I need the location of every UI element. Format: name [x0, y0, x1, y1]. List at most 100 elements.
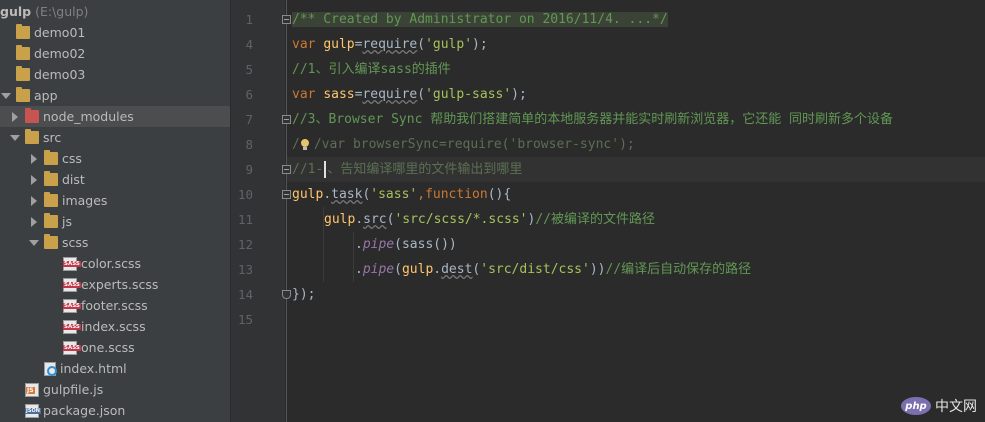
tree-item-label: demo03	[34, 67, 86, 82]
line-comment: //3、Browser Sync 帮助我们搭建简单的本地服务器并能实时刷新浏览器…	[292, 112, 894, 127]
code-line-11[interactable]: gulp.src('src/scss/*.scss')//被编译的文件路径	[287, 207, 985, 232]
line-number: 6	[245, 87, 253, 102]
html-file-icon	[44, 361, 57, 376]
line-number: 15	[237, 312, 253, 327]
code-line-12[interactable]: .pipe(sass())	[287, 232, 985, 257]
code-line-1[interactable]: /** Created by Administrator on 2016/11/…	[287, 7, 985, 32]
code-line-10[interactable]: gulp.task('sass',function(){	[287, 182, 985, 207]
tree-item-css[interactable]: css	[0, 148, 230, 169]
dot: .	[355, 237, 363, 252]
folder-icon	[44, 171, 58, 186]
dot: .	[323, 187, 332, 202]
tree-item-images[interactable]: images	[0, 190, 230, 211]
tree-item-dist[interactable]: dist	[0, 169, 230, 190]
code-line-5[interactable]: //1、引入编译sass的插件	[287, 57, 985, 82]
expand-arrow-icon[interactable]	[28, 153, 40, 165]
json-file-icon	[25, 403, 41, 418]
paren: (	[417, 87, 426, 102]
code-line-6[interactable]: var sass=require('gulp-sass');	[287, 82, 985, 107]
root-path: (E:\gulp)	[35, 4, 89, 19]
fold-marker[interactable]	[282, 115, 291, 124]
tree-item-label: demo02	[34, 46, 86, 61]
no-arrow	[0, 27, 12, 39]
tree-item-label: js	[62, 214, 72, 229]
code-line-9[interactable]: //1- 、告知编译哪里的文件输出到哪里	[287, 157, 985, 182]
tree-item-experts-scss[interactable]: experts.scss	[0, 274, 230, 295]
code-line-8[interactable]: / /var browserSync=require('browser-sync'…	[287, 132, 985, 157]
sass-file-icon	[63, 340, 81, 355]
excluded-folder-icon	[25, 108, 39, 123]
paren: (	[417, 37, 426, 52]
lightbulb-icon[interactable]	[300, 138, 310, 152]
tree-item-label: dist	[62, 172, 85, 187]
project-tree[interactable]: gulp (E:\gulp) demo01 demo02 demo03 app node…	[0, 0, 231, 422]
method-name: pipe	[362, 237, 395, 252]
method-name: src	[363, 212, 387, 227]
tree-item-js[interactable]: js	[0, 211, 230, 232]
string-literal: 'gulp'	[425, 37, 473, 52]
folder-icon	[16, 87, 30, 102]
doc-comment: /** Created by Administrator on 2016/11/…	[292, 12, 668, 27]
folder-icon	[44, 234, 58, 249]
code-line-14[interactable]: });	[287, 282, 985, 307]
fold-marker[interactable]	[282, 165, 291, 174]
code-line-4[interactable]: var gulp=require('gulp');	[287, 32, 985, 57]
text-caret	[324, 161, 327, 178]
tree-item-index-html[interactable]: index.html	[0, 358, 230, 379]
expand-arrow-icon[interactable]	[9, 111, 21, 123]
php-logo: php	[901, 397, 931, 415]
paren: (){	[487, 187, 512, 202]
line-number: 13	[237, 262, 253, 277]
tree-item-color-scss[interactable]: color.scss	[0, 253, 230, 274]
code-line-7[interactable]: //3、Browser Sync 帮助我们搭建简单的本地服务器并能实时刷新浏览器…	[287, 107, 985, 132]
code-line-15[interactable]	[287, 307, 985, 332]
line-comment: //被编译的文件路径	[535, 212, 655, 227]
line-number: 10	[237, 187, 253, 202]
sass-file-icon	[63, 319, 81, 334]
tree-item-footer-scss[interactable]: footer.scss	[0, 295, 230, 316]
tree-item-src[interactable]: src	[0, 127, 230, 148]
method-name: dest	[441, 262, 473, 277]
no-arrow	[47, 342, 59, 354]
folder-icon	[44, 150, 58, 165]
line-number-gutter: 1 4 5 6 7 8 9 10 11 12 13 14 15	[231, 0, 285, 422]
code-line-13[interactable]: .pipe(gulp.dest('src/dist/css'))//编译后自动保…	[287, 257, 985, 282]
variable: gulp	[323, 37, 355, 52]
tree-item-one-scss[interactable]: one.scss	[0, 337, 230, 358]
comment-slash: /	[292, 137, 300, 152]
tree-item-app[interactable]: app	[0, 85, 230, 106]
collapse-arrow-icon[interactable]	[28, 237, 40, 249]
no-arrow	[0, 69, 12, 81]
no-arrow	[28, 363, 40, 375]
line-comment: //1-	[292, 162, 324, 177]
collapse-arrow-icon[interactable]	[0, 90, 12, 102]
tree-item-package-json[interactable]: package.json	[0, 400, 230, 421]
tree-item-scss[interactable]: scss	[0, 232, 230, 253]
tree-item-demo03[interactable]: demo03	[0, 64, 230, 85]
string-literal: 'src/dist/css'	[480, 262, 590, 277]
tree-root[interactable]: gulp (E:\gulp)	[0, 1, 230, 22]
code-editor[interactable]: /** Created by Administrator on 2016/11/…	[287, 0, 985, 422]
tree-item-label: demo01	[34, 25, 86, 40]
tree-item-index-scss[interactable]: index.scss	[0, 316, 230, 337]
tree-item-gulpfile-js[interactable]: gulpfile.js	[0, 379, 230, 400]
expand-arrow-icon[interactable]	[28, 174, 40, 186]
fold-end-marker[interactable]	[282, 290, 291, 299]
dot: .	[355, 212, 364, 227]
expand-arrow-icon[interactable]	[28, 195, 40, 207]
fold-marker[interactable]	[282, 15, 291, 24]
fold-marker[interactable]	[282, 190, 291, 199]
no-arrow	[9, 384, 21, 396]
tree-item-demo02[interactable]: demo02	[0, 43, 230, 64]
keyword: function	[425, 187, 488, 202]
tree-item-demo01[interactable]: demo01	[0, 22, 230, 43]
tree-item-label: index.html	[60, 361, 127, 376]
call-args: (sass())	[394, 237, 457, 252]
expand-arrow-icon[interactable]	[28, 216, 40, 228]
tree-item-label: css	[62, 151, 82, 166]
keyword: var	[292, 37, 316, 52]
collapse-arrow-icon[interactable]	[9, 132, 21, 144]
tree-item-node-modules[interactable]: node_modules	[0, 106, 230, 127]
no-arrow	[47, 258, 59, 270]
line-number: 14	[237, 287, 253, 302]
